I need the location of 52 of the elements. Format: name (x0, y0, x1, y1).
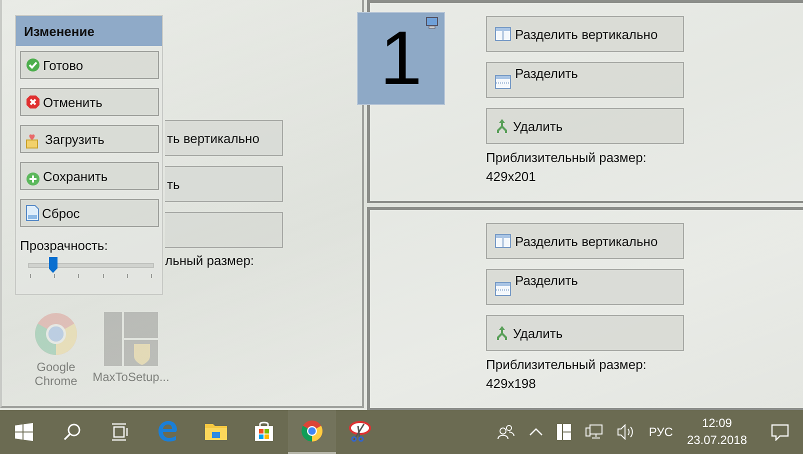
language-indicator[interactable]: РУС (648, 425, 673, 439)
check-icon (26, 58, 40, 72)
opacity-label: Прозрачность: (20, 238, 109, 253)
cross-icon (26, 95, 40, 109)
size-label: Приблизительный размер: (486, 357, 646, 372)
size-value: 429x198 (486, 376, 536, 391)
speaker-icon (616, 424, 635, 440)
columns-icon (495, 234, 511, 248)
size-value: 429x201 (486, 169, 536, 184)
fork-icon (495, 325, 509, 341)
done-button[interactable]: Готово (20, 51, 159, 79)
scissors-icon (348, 420, 372, 442)
monitor-icon (426, 17, 438, 29)
rows-icon (495, 282, 511, 296)
delete-button[interactable]: Удалить (486, 108, 684, 144)
size-label: Приблизительный размер: (486, 150, 646, 165)
shopping-bag-icon (254, 421, 274, 441)
opacity-slider[interactable] (26, 256, 156, 278)
window-panes-icon (556, 424, 571, 440)
browser-ball-icon (34, 312, 78, 356)
people-icon (496, 424, 515, 440)
clock[interactable]: 12:09 23.07.2018 (686, 415, 747, 449)
columns-icon (495, 27, 511, 41)
fork-icon (495, 118, 509, 134)
load-button[interactable]: Загрузить (20, 125, 159, 153)
split-button[interactable]: Разделить (486, 269, 684, 305)
delete-button[interactable]: Удалить (486, 315, 684, 351)
plus-icon (26, 172, 40, 186)
document-icon (26, 205, 39, 221)
caret-up-icon (528, 428, 543, 436)
reset-button[interactable]: Сброс (20, 199, 159, 227)
rows-icon (495, 75, 511, 89)
size-label: льный размер: (165, 253, 254, 268)
task-view-icon (111, 423, 129, 441)
panel-title: Изменение (16, 16, 162, 46)
network-icon (584, 424, 603, 440)
monitor-number: 1 (380, 20, 422, 96)
save-button[interactable]: Сохранить (20, 162, 159, 190)
windows-logo-icon (15, 423, 33, 441)
notifications-icon (771, 423, 789, 441)
cancel-button[interactable]: Отменить (20, 88, 159, 116)
letter-e-icon (157, 420, 179, 442)
taskbar-app-button[interactable] (288, 410, 336, 454)
search-icon (63, 423, 81, 441)
window-grid-icon (104, 312, 158, 366)
monitor-tile[interactable]: 1 (357, 12, 445, 105)
browser-ball-icon (301, 420, 323, 442)
split-button[interactable]: Разделить (486, 62, 684, 98)
split-button[interactable]: Разделить вертикально (486, 16, 684, 52)
split-button[interactable]: Разделить вертикально (486, 223, 684, 259)
covered-button[interactable]: ть вертикально (165, 120, 283, 156)
covered-button[interactable]: ть (165, 166, 283, 202)
